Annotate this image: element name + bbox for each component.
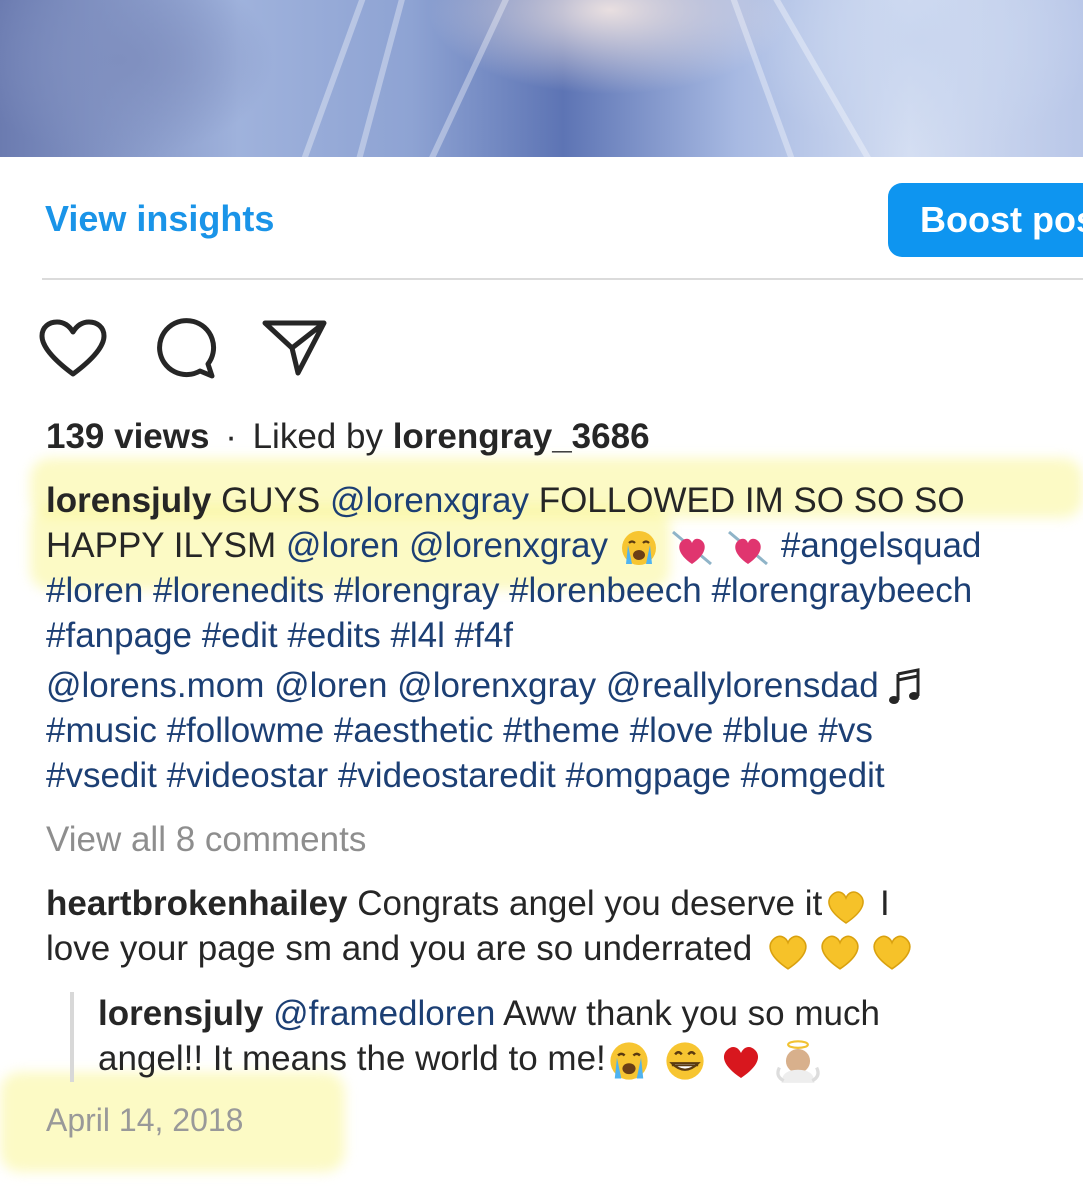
reply-username[interactable]: lorensjuly xyxy=(98,994,263,1033)
crying-emoji xyxy=(621,530,656,565)
yellow-heart-emoji xyxy=(821,935,859,970)
comment-line-1: heartbrokenhailey Congrats angel you des… xyxy=(46,881,890,927)
view-all-comments-link[interactable]: View all 8 comments xyxy=(46,817,366,863)
heart-arrow-emoji xyxy=(728,530,769,565)
mention-link[interactable]: @lorenxgray xyxy=(330,481,529,520)
caption-line-1: lorensjuly GUYS @lorenxgray FOLLOWED IM … xyxy=(46,478,965,524)
reply-mention[interactable]: @framedloren xyxy=(273,994,495,1033)
yellow-heart-emoji xyxy=(828,890,864,924)
comment-text: I xyxy=(879,884,890,923)
comment-icon[interactable] xyxy=(152,318,218,380)
liked-by-prefix: Liked by xyxy=(252,417,383,456)
heart-arrow-emoji xyxy=(672,530,713,565)
share-icon[interactable] xyxy=(260,318,330,378)
red-heart-emoji xyxy=(724,1046,759,1078)
music-note-icon xyxy=(889,667,920,704)
hashtag-line[interactable]: #vsedit #videostar #videostaredit #omgpa… xyxy=(46,753,885,799)
divider xyxy=(42,278,1083,280)
comment-line-2: love your page sm and you are so underra… xyxy=(46,926,918,973)
caption-text: FOLLOWED IM SO SO SO xyxy=(538,481,965,520)
caption-line-2: HAPPY ILYSM @loren @lorenxgray #angelsqu… xyxy=(46,523,981,569)
mentions-links[interactable]: @lorens.mom @loren @lorenxgray @reallylo… xyxy=(46,666,879,705)
reply-text: Aww thank you so much xyxy=(503,994,880,1033)
hashtag-link[interactable]: #angelsquad xyxy=(781,526,981,565)
yellow-heart-emoji xyxy=(769,935,807,970)
heart-icon[interactable] xyxy=(38,318,108,380)
hashtag-line[interactable]: #music #followme #aesthetic #theme #love… xyxy=(46,708,873,754)
reply-line-1: lorensjuly @framedloren Aww thank you so… xyxy=(98,991,880,1037)
reply-text: angel!! It means the world to me! xyxy=(98,1039,606,1078)
caption-username[interactable]: lorensjuly xyxy=(46,481,211,520)
view-insights-link[interactable]: View insights xyxy=(45,196,274,242)
post-date: April 14, 2018 xyxy=(46,1102,244,1138)
comment-username[interactable]: heartbrokenhailey xyxy=(46,884,348,923)
caption-text: HAPPY ILYSM xyxy=(46,526,277,565)
post-image[interactable] xyxy=(0,0,1083,157)
crying-emoji xyxy=(610,1042,648,1080)
liked-by-user[interactable]: lorengray_3686 xyxy=(393,417,650,456)
angel-emoji xyxy=(776,1039,820,1083)
views-count[interactable]: 139 views xyxy=(46,417,209,456)
separator-dot: · xyxy=(225,417,237,456)
reply-line-2: angel!! It means the world to me! xyxy=(98,1036,821,1083)
likes-line: 139 views · Liked by lorengray_3686 xyxy=(46,414,650,460)
mention-link[interactable]: @lorenxgray xyxy=(409,526,608,565)
grin-emoji xyxy=(665,1042,704,1080)
hashtag-line[interactable]: #loren #lorenedits #lorengray #lorenbeec… xyxy=(46,568,972,614)
boost-post-button[interactable]: Boost post xyxy=(888,183,1083,257)
yellow-heart-emoji xyxy=(873,935,911,970)
mentions-line: @lorens.mom @loren @lorenxgray @reallylo… xyxy=(46,663,922,709)
hashtag-line[interactable]: #fanpage #edit #edits #l4l #f4f xyxy=(46,613,513,659)
comment-text: Congrats angel you deserve it xyxy=(357,884,823,923)
mention-link[interactable]: @loren xyxy=(286,526,399,565)
caption-text: GUYS xyxy=(221,481,321,520)
comment-text: love your page sm and you are so underra… xyxy=(46,929,753,968)
reply-thread-bar xyxy=(70,992,74,1082)
